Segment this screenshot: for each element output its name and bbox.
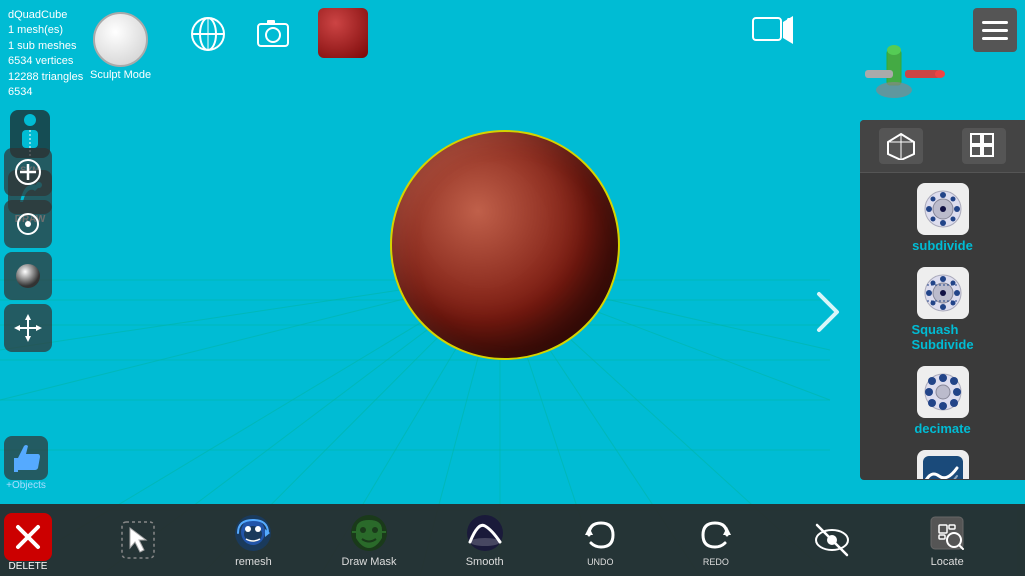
add-objects-button[interactable]: +Objects [4, 436, 48, 491]
hamburger-line-2 [982, 29, 1008, 32]
smooth-tool-label: Smooth [466, 556, 504, 568]
decimate-label: decimate [914, 421, 970, 436]
cube-icon [886, 132, 916, 160]
cursor-svg [120, 520, 156, 560]
circle-tool-icon [14, 210, 42, 238]
squash-subdivide-icon-svg [921, 271, 965, 315]
hamburger-menu-button[interactable] [973, 8, 1017, 52]
smooth-icon-svg [921, 454, 965, 479]
subdivide-icon-svg [921, 187, 965, 231]
cursor-icon [117, 519, 159, 561]
decimate-item[interactable]: decimate [864, 360, 1021, 442]
hamburger-line-1 [982, 21, 1008, 24]
mask-icon [348, 512, 390, 554]
subdivide-item[interactable]: subdivide [864, 177, 1021, 259]
smooth-item[interactable]: smooth [864, 444, 1021, 479]
remesh-icon [232, 512, 274, 554]
smooth-tool-svg [464, 512, 506, 554]
sculpt-mode-label: Sculpt Mode [90, 69, 151, 81]
locate-icon [926, 512, 968, 554]
smooth-icon [917, 450, 969, 479]
globe-icon [188, 14, 228, 54]
squash-subdivide-item[interactable]: SquashSubdivide [864, 261, 1021, 358]
remesh-button[interactable]: remesh [223, 512, 283, 568]
object-preview-button[interactable] [318, 8, 368, 58]
right-panel: subdivide [860, 120, 1025, 480]
locate-label: Locate [931, 556, 964, 568]
squash-subdivide-label: SquashSubdivide [911, 322, 973, 352]
panel-arrow-button[interactable] [806, 290, 850, 334]
select-tool-button[interactable] [108, 519, 168, 561]
redo-svg [695, 513, 737, 555]
sculpt-mode-button[interactable]: Sculpt Mode [90, 12, 151, 81]
undo-button[interactable]: UNDO [570, 513, 630, 567]
grid-icon [969, 132, 999, 160]
3d-viewport[interactable]: dQuadCube 1 mesh(es) 1 sub meshes 6534 v… [0, 0, 1025, 576]
undo-icon [579, 513, 621, 555]
material-icon [14, 262, 42, 290]
cube-view-tab[interactable] [879, 128, 923, 164]
smooth-tool-button[interactable]: Smooth [455, 512, 515, 568]
circle-tool-button[interactable] [4, 200, 52, 248]
camera-record-icon [751, 12, 795, 48]
add-icon [14, 158, 42, 186]
panel-items-list: subdivide [860, 173, 1025, 479]
remesh-svg [232, 512, 274, 554]
3d-sphere [390, 130, 620, 360]
chevron-right-icon [813, 290, 843, 334]
redo-button[interactable]: REDO [686, 513, 746, 567]
mask-svg [348, 512, 390, 554]
draw-mask-label: Draw Mask [342, 556, 397, 568]
mesh-info: dQuadCube 1 mesh(es) 1 sub meshes 6534 v… [8, 8, 83, 100]
grid-view-tab[interactable] [962, 128, 1006, 164]
hamburger-line-3 [982, 37, 1008, 40]
thumb-up-icon [10, 442, 42, 474]
camera-record-button[interactable] [751, 12, 795, 53]
screenshot-button[interactable] [254, 14, 292, 57]
redo-label: REDO [703, 557, 729, 567]
delete-button[interactable]: DELETE [4, 513, 52, 572]
squash-subdivide-icon [917, 267, 969, 319]
redo-icon [695, 513, 737, 555]
draw-mask-button[interactable]: Draw Mask [339, 512, 399, 568]
transform-handle [845, 40, 965, 100]
delete-label: DELETE [9, 561, 48, 572]
add-button[interactable] [4, 148, 52, 196]
decimate-icon-svg [921, 370, 965, 414]
undo-svg [579, 513, 621, 555]
sculpt-mode-icon [93, 12, 148, 67]
locate-button[interactable]: Locate [917, 512, 977, 568]
hide-show-svg [811, 519, 853, 561]
transform-icon [14, 314, 42, 342]
locate-svg [929, 515, 965, 551]
globe-button[interactable] [188, 14, 228, 59]
delete-icon [4, 513, 52, 561]
transform-gizmo [845, 40, 965, 110]
undo-label: UNDO [587, 557, 614, 567]
hide-show-icon [811, 519, 853, 561]
remesh-label: remesh [235, 556, 272, 568]
decimate-icon [917, 366, 969, 418]
subdivide-label: subdivide [912, 238, 973, 253]
smooth-tool-icon [464, 512, 506, 554]
hide-show-button[interactable] [802, 519, 862, 561]
bottom-toolbar: DELETE [0, 504, 1025, 576]
subdivide-icon [917, 183, 969, 235]
add-objects-label: +Objects [6, 480, 46, 491]
camera-icon [254, 14, 292, 52]
left-toolbar [4, 100, 52, 352]
x-icon [12, 521, 44, 553]
panel-header [860, 120, 1025, 173]
transform-button[interactable] [4, 304, 52, 352]
material-button[interactable] [4, 252, 52, 300]
add-objects-icon [4, 436, 48, 480]
